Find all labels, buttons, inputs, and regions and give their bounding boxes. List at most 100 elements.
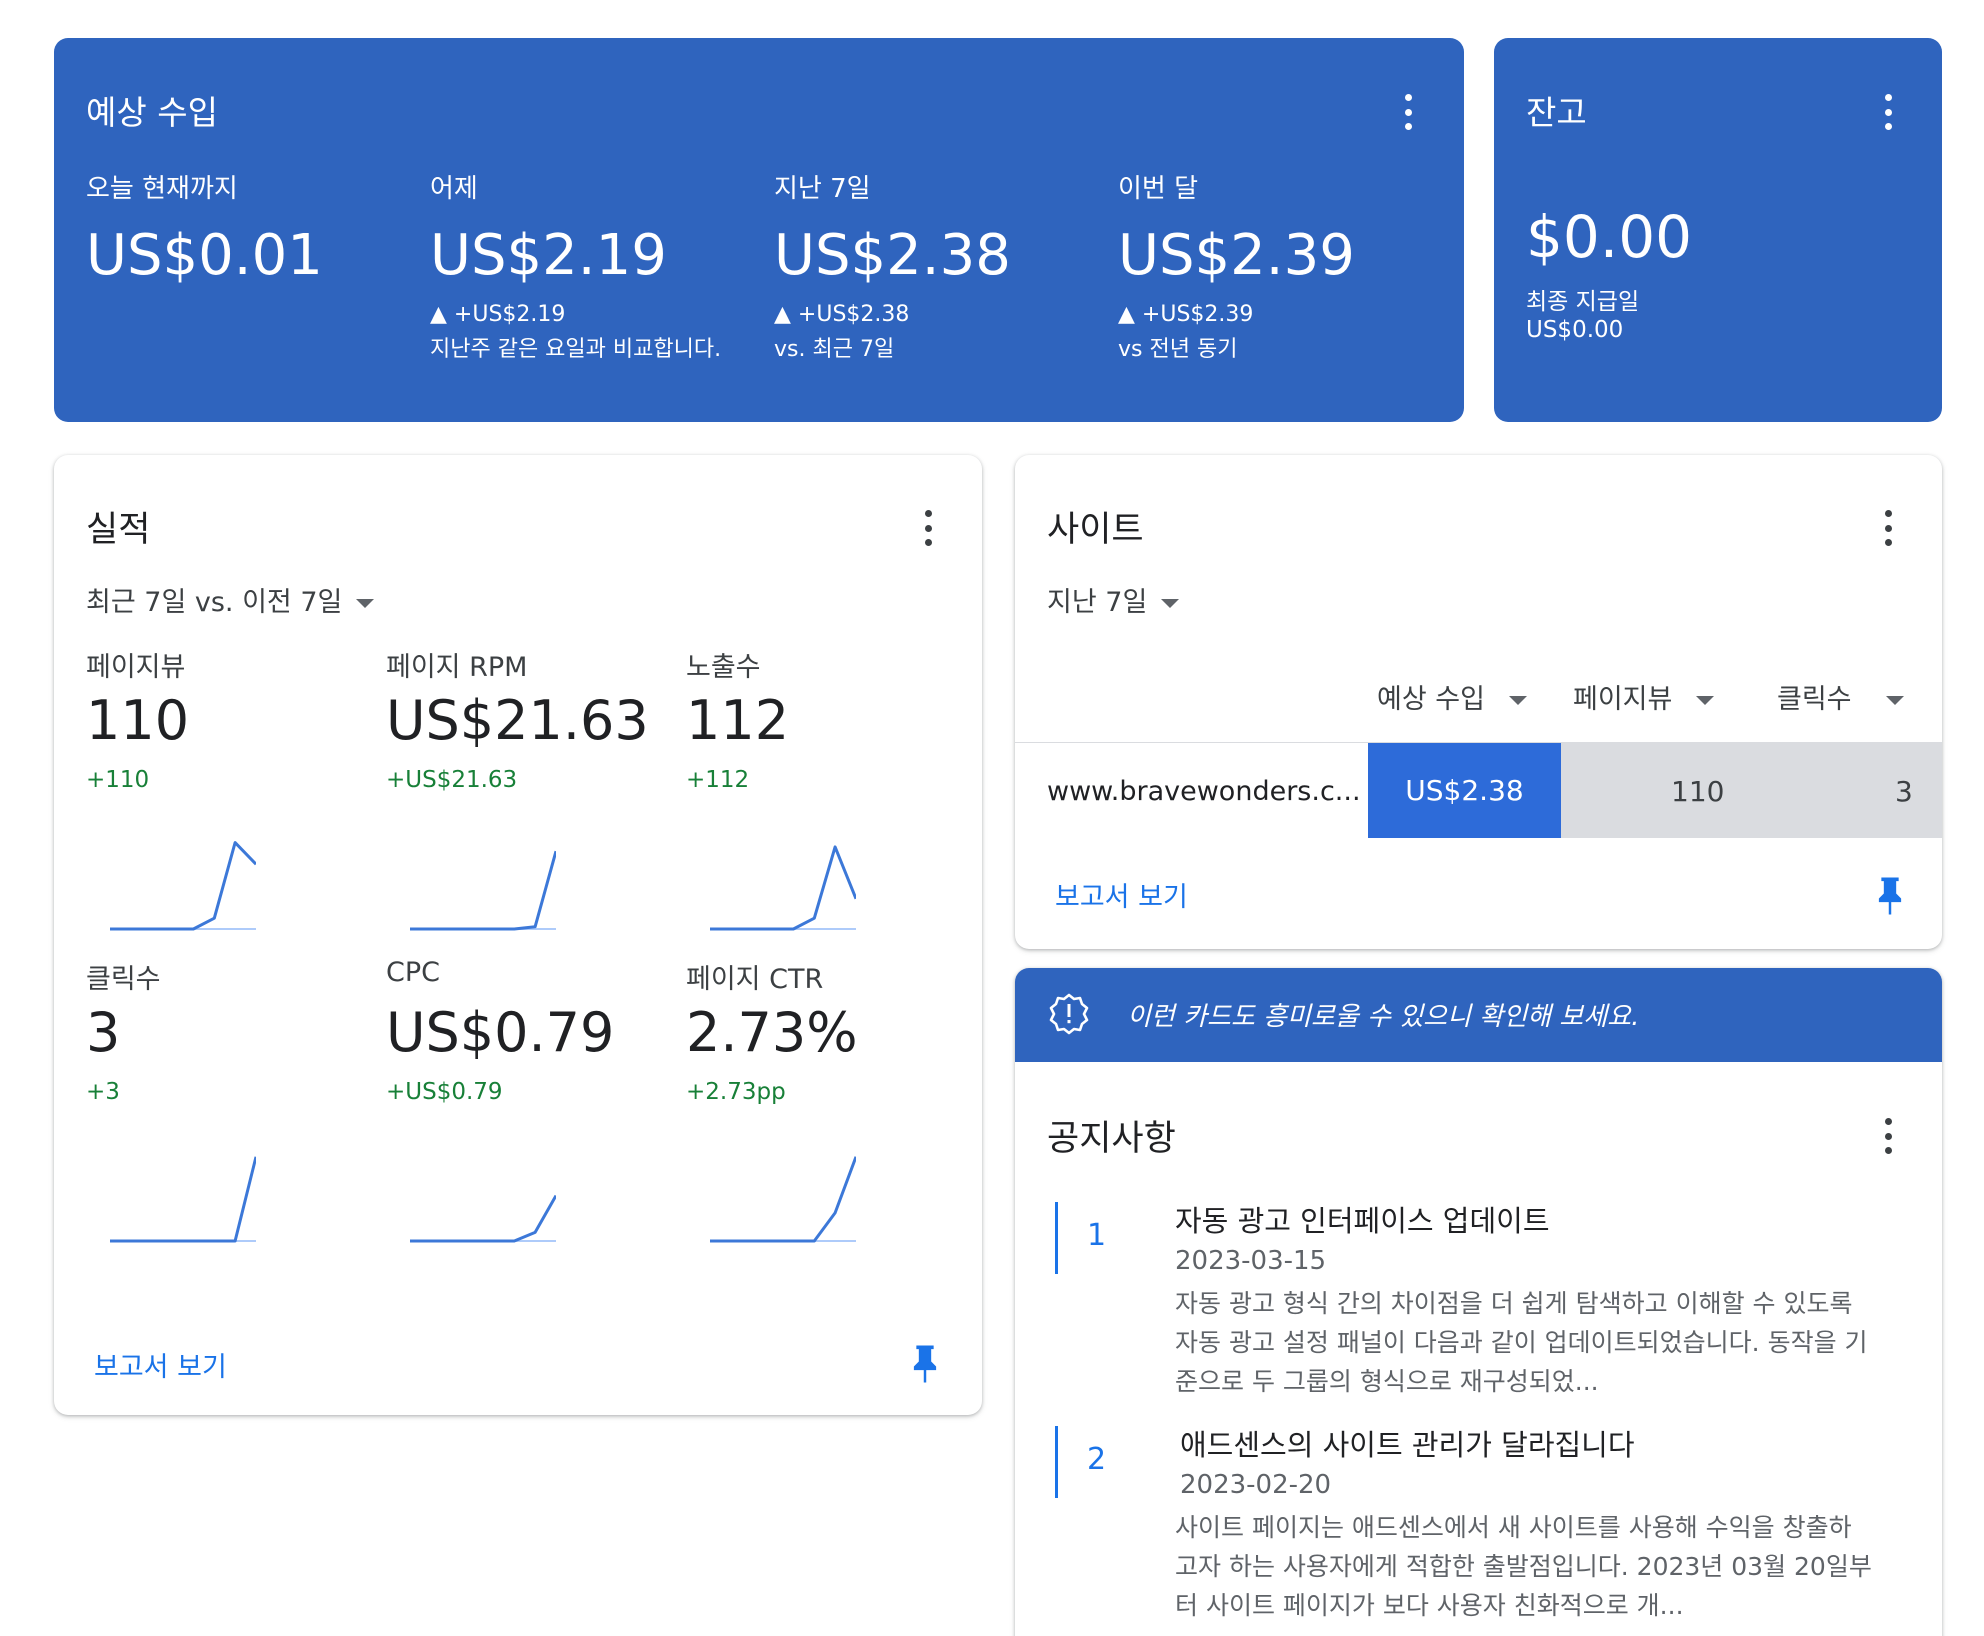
metric-value: 2.73% [686, 1001, 858, 1064]
earnings-yesterday-label: 어제 [430, 174, 478, 204]
more-vert-icon[interactable] [1404, 94, 1412, 130]
site-earnings-value: US$2.38 [1405, 774, 1524, 807]
site-clicks-value: 3 [1895, 775, 1913, 808]
notice-item[interactable]: 1 자동 광고 인터페이스 업데이트 2023-03-15 자동 광고 형식 간… [1015, 1198, 1942, 1408]
metric-cell[interactable]: 클릭수 3 +3 [86, 957, 366, 1257]
metric-cell[interactable]: 페이지 RPM US$21.63 +US$21.63 [386, 645, 666, 945]
metric-value: 3 [86, 1001, 121, 1064]
metric-cell[interactable]: 페이지뷰 110 +110 [86, 645, 366, 945]
metric-value: US$21.63 [386, 689, 649, 752]
metric-delta: +112 [686, 767, 750, 793]
earnings-today-label: 오늘 현재까지 [86, 174, 238, 204]
column-header-clicks-label: 클릭수 [1777, 684, 1852, 715]
metric-delta: +US$0.79 [386, 1079, 503, 1105]
notice-title: 자동 광고 인터페이스 업데이트 [1175, 1204, 1550, 1238]
sites-card: 사이트 지난 7일 예상 수입 페이지뷰 클릭수 www.bravewonder… [1015, 455, 1942, 949]
sparkline-line [110, 841, 256, 931]
metric-label: 클릭수 [86, 964, 161, 995]
metric-label: 페이지 CTR [686, 964, 824, 995]
suggestion-banner-text: 이런 카드도 흥미로울 수 있으니 확인해 보세요. [1127, 1002, 1640, 1032]
notice-accent-bar [1055, 1426, 1058, 1498]
notice-summary-line: 사이트 페이지는 애드센스에서 새 사이트를 사용해 수익을 창출하 [1175, 1513, 1852, 1542]
notice-summary-line: 고자 하는 사용자에게 적합한 출발점입니다. 2023년 03월 20일부 [1175, 1552, 1872, 1581]
dropdown-arrow-icon [1696, 696, 1715, 705]
earnings-yesterday-value: US$2.19 [430, 223, 667, 288]
earnings-today: 오늘 현재까지 US$0.01 [86, 168, 323, 288]
notice-number: 2 [1087, 1442, 1107, 1477]
more-vert-icon[interactable] [1884, 510, 1892, 546]
suggestion-banner[interactable]: 이런 카드도 흥미로울 수 있으니 확인해 보세요. [1015, 968, 1942, 1062]
last-payment-value: US$0.00 [1526, 317, 1624, 343]
sparkline-icon [110, 1156, 256, 1243]
site-earnings-cell: US$2.38 [1368, 743, 1561, 838]
metric-delta: +3 [86, 1079, 120, 1105]
period-selector-label: 최근 7일 vs. 이전 7일 [86, 587, 343, 618]
balance-value: $0.00 [1526, 203, 1693, 271]
pin-icon[interactable] [1875, 875, 1905, 921]
last-payment-label: 최종 지급일 [1526, 289, 1640, 315]
site-pageviews-cell [1561, 743, 1942, 838]
balance-card: 잔고 $0.00 최종 지급일 US$0.00 [1494, 38, 1942, 422]
earnings-month-delta: ▲ +US$2.39 [1118, 302, 1254, 327]
metric-label: 페이지뷰 [86, 652, 186, 683]
sparkline-icon [410, 850, 556, 931]
notice-summary-line: 자동 광고 형식 간의 차이점을 더 쉽게 탐색하고 이해할 수 있도록 [1175, 1289, 1853, 1318]
sites-period-selector[interactable]: 지난 7일 [1047, 580, 1180, 619]
earnings-last7-label: 지난 7일 [774, 174, 871, 204]
metric-value: US$0.79 [386, 1001, 615, 1064]
performance-report-link[interactable]: 보고서 보기 [94, 1345, 227, 1384]
metric-delta: +US$21.63 [386, 767, 518, 793]
metric-value: 110 [86, 689, 190, 752]
sparkline-line [110, 1156, 256, 1243]
metric-delta: +110 [86, 767, 150, 793]
earnings-last7-value: US$2.38 [774, 223, 1011, 288]
notice-title: 애드센스의 사이트 관리가 달라집니다 [1180, 1428, 1635, 1462]
estimated-earnings-title: 예상 수입 [86, 93, 218, 132]
notice-summary-line: 준으로 두 그룹의 형식으로 재구성되었... [1175, 1367, 1599, 1396]
column-header-earnings-label: 예상 수입 [1377, 684, 1485, 715]
more-vert-icon[interactable] [1884, 94, 1892, 130]
site-name: www.bravewonders.c... [1047, 776, 1361, 807]
metric-cell[interactable]: 노출수 112 +112 [686, 645, 966, 945]
column-header-clicks[interactable]: 클릭수 [1777, 677, 1904, 716]
sparkline-line [410, 1194, 556, 1243]
performance-card: 실적 최근 7일 vs. 이전 7일 페이지뷰 110 +110 페이지 RPM US$… [54, 455, 982, 1415]
column-header-earnings[interactable]: 예상 수입 [1377, 677, 1527, 716]
metric-label: 노출수 [686, 652, 761, 683]
notice-summary-line: 자동 광고 설정 패널이 다음과 같이 업데이트되었습니다. 동작을 기 [1175, 1328, 1868, 1357]
estimated-earnings-card: 예상 수입 오늘 현재까지 US$0.01 어제 US$2.19 ▲ +US$2… [54, 38, 1464, 422]
notice-summary: 사이트 페이지는 애드센스에서 새 사이트를 사용해 수익을 창출하 고자 하는… [1175, 1508, 1872, 1625]
sites-report-link[interactable]: 보고서 보기 [1055, 875, 1188, 914]
metric-cell[interactable]: CPC US$0.79 +US$0.79 [386, 957, 666, 1257]
notice-summary-line: 터 사이트 페이지가 보다 사용자 친화적으로 개... [1175, 1591, 1684, 1620]
earnings-last7: 지난 7일 US$2.38 ▲ +US$2.38 vs. 최근 7일 [774, 168, 1011, 363]
pin-icon[interactable] [910, 1343, 940, 1389]
notices-title: 공지사항 [1047, 1119, 1176, 1159]
notice-number: 1 [1087, 1218, 1107, 1253]
earnings-month-note: vs 전년 동기 [1118, 337, 1238, 362]
period-selector[interactable]: 최근 7일 vs. 이전 7일 [86, 580, 375, 619]
sparkline-line [710, 1156, 856, 1243]
notice-summary: 자동 광고 형식 간의 차이점을 더 쉽게 탐색하고 이해할 수 있도록 자동 … [1175, 1284, 1868, 1401]
dropdown-arrow-icon [1508, 696, 1527, 705]
table-row[interactable]: www.bravewonders.c... US$2.38 110 3 [1015, 743, 1942, 838]
notices-card: 이런 카드도 흥미로울 수 있으니 확인해 보세요. 공지사항 1 자동 광고 … [1015, 968, 1942, 1636]
sparkline-line [410, 850, 556, 931]
notice-item[interactable]: 2 애드센스의 사이트 관리가 달라집니다 2023-02-20 사이트 페이지… [1015, 1422, 1942, 1632]
sites-period-label: 지난 7일 [1047, 587, 1148, 618]
more-vert-icon[interactable] [924, 510, 932, 546]
sparkline-icon [710, 1156, 856, 1243]
more-vert-icon[interactable] [1884, 1118, 1892, 1154]
balance-title: 잔고 [1526, 93, 1587, 132]
metric-cell[interactable]: 페이지 CTR 2.73% +2.73pp [686, 957, 966, 1257]
earnings-month-value: US$2.39 [1118, 223, 1355, 288]
metric-label: 페이지 RPM [386, 652, 528, 683]
notice-date: 2023-02-20 [1180, 1470, 1332, 1500]
earnings-today-value: US$0.01 [86, 223, 323, 288]
metric-label: CPC [386, 957, 440, 988]
column-header-pageviews-label: 페이지뷰 [1573, 684, 1673, 715]
sparkline-icon [410, 1194, 556, 1243]
alert-badge-icon [1047, 992, 1091, 1040]
dropdown-arrow-icon [1885, 696, 1904, 705]
column-header-pageviews[interactable]: 페이지뷰 [1573, 677, 1715, 716]
